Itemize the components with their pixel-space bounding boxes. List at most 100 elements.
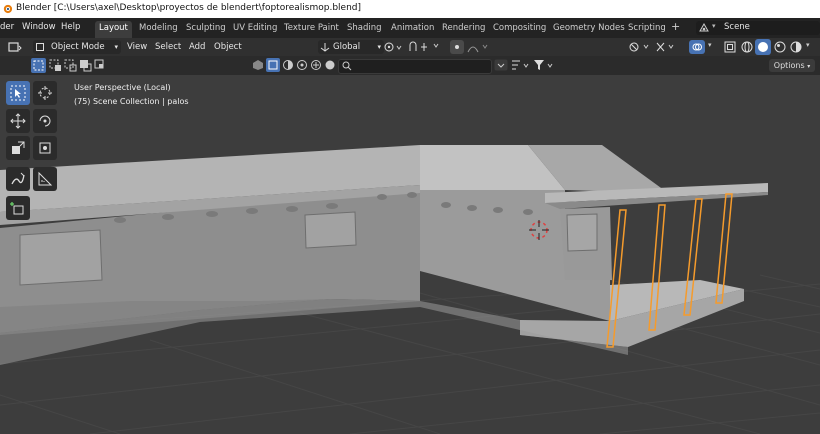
mesh-icon — [268, 60, 278, 70]
viewport-header: Object Mode ▾ View Select Add Object Glo… — [0, 38, 820, 56]
select-intersect-icon[interactable] — [94, 59, 107, 72]
visibility-icon[interactable] — [628, 41, 652, 53]
tab-scripting[interactable]: Scripting — [624, 21, 670, 35]
window-annex — [566, 213, 598, 252]
annotate-icon — [11, 172, 25, 185]
chevron-down-icon: ▾ — [712, 22, 716, 30]
filter-mesh-button[interactable] — [266, 58, 280, 72]
add-workspace-button[interactable]: + — [667, 20, 684, 34]
gizmo-icon[interactable] — [655, 41, 677, 53]
overlays-icon — [692, 43, 702, 51]
pivot-point-icon[interactable] — [383, 41, 405, 53]
menu-view[interactable]: View — [127, 40, 147, 54]
tab-animation[interactable]: Animation — [387, 21, 438, 35]
tool-annotate[interactable] — [6, 167, 30, 191]
search-input[interactable] — [338, 59, 492, 74]
filter-icon[interactable] — [533, 59, 555, 71]
tab-compositing[interactable]: Compositing — [489, 21, 550, 35]
menu-help[interactable]: Help — [61, 22, 80, 32]
rendered-shading-icon[interactable] — [789, 40, 803, 54]
tab-sculpting[interactable]: Sculpting — [182, 21, 230, 35]
tool-add-cube[interactable] — [6, 196, 30, 220]
rotate-icon — [39, 115, 51, 127]
window-left — [19, 229, 103, 286]
scale-icon — [12, 141, 25, 154]
chevron-down-icon[interactable]: ▾ — [806, 41, 810, 49]
orientation-label: Global — [333, 42, 361, 52]
proportional-editing-button[interactable] — [450, 40, 464, 54]
tab-uv-editing[interactable]: UV Editing — [229, 21, 281, 35]
mode-label: Object Mode — [51, 42, 105, 52]
scene-icon — [699, 23, 709, 32]
tab-geometry-nodes[interactable]: Geometry Nodes — [549, 21, 629, 35]
tab-layout[interactable]: Layout — [95, 21, 132, 38]
search-options-icon[interactable] — [494, 59, 508, 71]
menu-file[interactable]: der — [0, 22, 14, 32]
tab-modeling[interactable]: Modeling — [135, 21, 182, 35]
tool-header: Options ▾ — [0, 56, 820, 75]
tab-texture-paint[interactable]: Texture Paint — [280, 21, 343, 35]
menu-window[interactable]: Window — [22, 22, 56, 32]
tool-measure[interactable] — [33, 167, 57, 191]
menu-add[interactable]: Add — [189, 40, 205, 54]
chevron-down-icon: ▾ — [114, 43, 118, 51]
tool-cursor[interactable] — [33, 81, 57, 105]
chevron-down-icon[interactable]: ▾ — [708, 41, 712, 49]
viewport-scene — [0, 145, 820, 434]
material-preview-icon[interactable] — [773, 40, 787, 54]
3d-viewport[interactable]: User Perspective (Local) (75) Scene Coll… — [0, 75, 820, 434]
tab-shading[interactable]: Shading — [343, 21, 386, 35]
tool-rotate[interactable] — [33, 109, 57, 133]
mode-dropdown[interactable]: Object Mode ▾ — [33, 40, 121, 54]
options-label: Options — [773, 61, 805, 70]
editor-type-icon[interactable] — [8, 41, 22, 53]
window-middle — [304, 211, 357, 249]
select-box-icon — [33, 60, 44, 71]
window-titlebar: Blender [C:\Users\axel\Desktop\proyectos… — [0, 0, 820, 18]
view-object-types-icon[interactable] — [252, 59, 264, 71]
scene-name: Scene — [724, 22, 750, 32]
add-cube-icon — [10, 202, 24, 215]
filter-camera-icon[interactable] — [296, 59, 308, 71]
tab-rendering[interactable]: Rendering — [438, 21, 489, 35]
dot-icon — [455, 45, 459, 49]
filter-empty-icon[interactable] — [310, 59, 322, 71]
blender-logo-icon — [3, 4, 13, 14]
window-title: Blender [C:\Users\axel\Desktop\proyectos… — [16, 3, 361, 13]
sort-icon[interactable] — [510, 59, 532, 71]
solid-shading-icon — [758, 42, 768, 52]
transform-icon — [39, 142, 51, 154]
cursor-arrow-icon — [10, 85, 26, 101]
filter-light-icon[interactable] — [282, 59, 294, 71]
select-invert-icon[interactable] — [79, 59, 92, 72]
xray-icon[interactable] — [723, 40, 737, 54]
solid-shading-button[interactable] — [755, 39, 771, 55]
select-subtract-icon[interactable] — [64, 59, 77, 72]
filter-other-icon[interactable] — [324, 59, 336, 71]
tool-scale[interactable] — [6, 136, 30, 160]
overlays-button[interactable] — [689, 40, 705, 54]
tool-select-box[interactable] — [6, 81, 30, 105]
menu-object[interactable]: Object — [214, 40, 242, 54]
top-bar: der Window Help Layout Modeling Sculptin… — [0, 18, 820, 38]
transform-orientation-dropdown[interactable]: Global ▾ — [318, 40, 384, 54]
falloff-icon[interactable] — [467, 41, 491, 53]
snap-icon[interactable] — [408, 41, 448, 53]
select-box-mode-button[interactable] — [31, 58, 46, 73]
chevron-down-icon: ▾ — [377, 43, 381, 51]
view-perspective-label: User Perspective (Local) — [74, 83, 171, 92]
object-mode-icon — [36, 43, 44, 51]
tool-transform[interactable] — [33, 136, 57, 160]
wireframe-shading-icon[interactable] — [740, 40, 754, 54]
crosshair-icon — [38, 86, 52, 100]
options-button[interactable]: Options ▾ — [769, 59, 815, 72]
search-icon — [342, 61, 352, 71]
chevron-down-icon: ▾ — [807, 63, 811, 70]
tool-move[interactable] — [6, 109, 30, 133]
move-icon — [10, 113, 26, 129]
menu-select[interactable]: Select — [155, 40, 181, 54]
scene-selector[interactable]: ▾ Scene — [696, 21, 820, 35]
select-extend-icon[interactable] — [49, 59, 62, 72]
orientation-icon — [320, 43, 330, 52]
scene-collection-label: (75) Scene Collection | palos — [74, 97, 189, 106]
